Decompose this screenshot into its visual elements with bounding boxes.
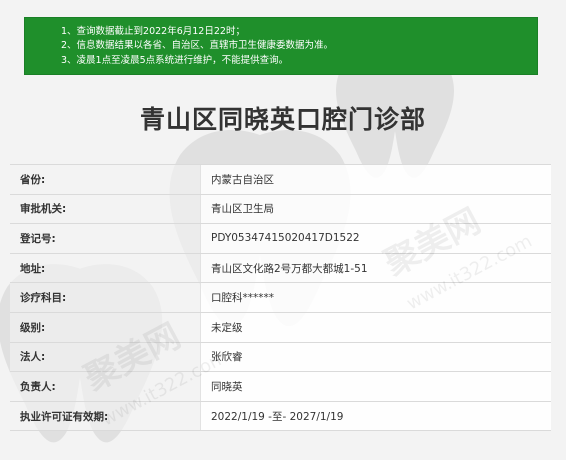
row-value: 张欣睿 bbox=[200, 342, 551, 373]
row-value: PDY05347415020417D1522 bbox=[200, 223, 551, 254]
notice-line: 1、查询数据截止到2022年6月12日22时； bbox=[61, 26, 245, 37]
table-row: 法人: 张欣睿 bbox=[10, 342, 551, 373]
row-label: 级别: bbox=[10, 312, 201, 343]
row-label: 审批机关: bbox=[10, 194, 201, 225]
row-label: 执业许可证有效期: bbox=[10, 401, 201, 432]
table-row: 登记号: PDY05347415020417D1522 bbox=[10, 223, 551, 254]
page-title: 青山区同晓英口腔门诊部 bbox=[139, 105, 426, 134]
table-row: 诊疗科目: 口腔科****** bbox=[10, 282, 551, 313]
table-row: 地址: 青山区文化路2号万都大都城1-51 bbox=[10, 253, 551, 284]
table-row: 执业许可证有效期: 2022/1/19 -至- 2027/1/19 bbox=[10, 401, 551, 432]
row-label: 诊疗科目: bbox=[10, 282, 201, 313]
row-label: 省份: bbox=[10, 164, 201, 195]
row-value: 内蒙古自治区 bbox=[200, 164, 551, 195]
table-row: 负责人: 同晓英 bbox=[10, 371, 551, 402]
row-value: 口腔科****** bbox=[200, 282, 551, 313]
row-value: 同晓英 bbox=[200, 371, 551, 402]
clinic-info-table: 省份: 内蒙古自治区 审批机关: 青山区卫生局 登记号: PDY05347415… bbox=[10, 164, 551, 432]
table-row: 省份: 内蒙古自治区 bbox=[10, 164, 551, 195]
table-row: 级别: 未定级 bbox=[10, 312, 551, 343]
row-value: 未定级 bbox=[200, 312, 551, 343]
notice-banner: 1、查询数据截止到2022年6月12日22时； 2、信息数据结果以各省、自治区、… bbox=[24, 17, 538, 75]
row-label: 负责人: bbox=[10, 371, 201, 402]
row-label: 法人: bbox=[10, 342, 201, 373]
row-label: 地址: bbox=[10, 253, 201, 284]
row-value: 2022/1/19 -至- 2027/1/19 bbox=[200, 401, 551, 432]
notice-line: 2、信息数据结果以各省、自治区、直辖市卫生健康委数据为准。 bbox=[61, 40, 334, 51]
notice-line: 3、凌晨1点至凌晨5点系统进行维护，不能提供查询。 bbox=[61, 55, 289, 66]
row-value: 青山区文化路2号万都大都城1-51 bbox=[200, 253, 551, 284]
row-value: 青山区卫生局 bbox=[200, 194, 551, 225]
row-label: 登记号: bbox=[10, 223, 201, 254]
table-row: 审批机关: 青山区卫生局 bbox=[10, 194, 551, 225]
